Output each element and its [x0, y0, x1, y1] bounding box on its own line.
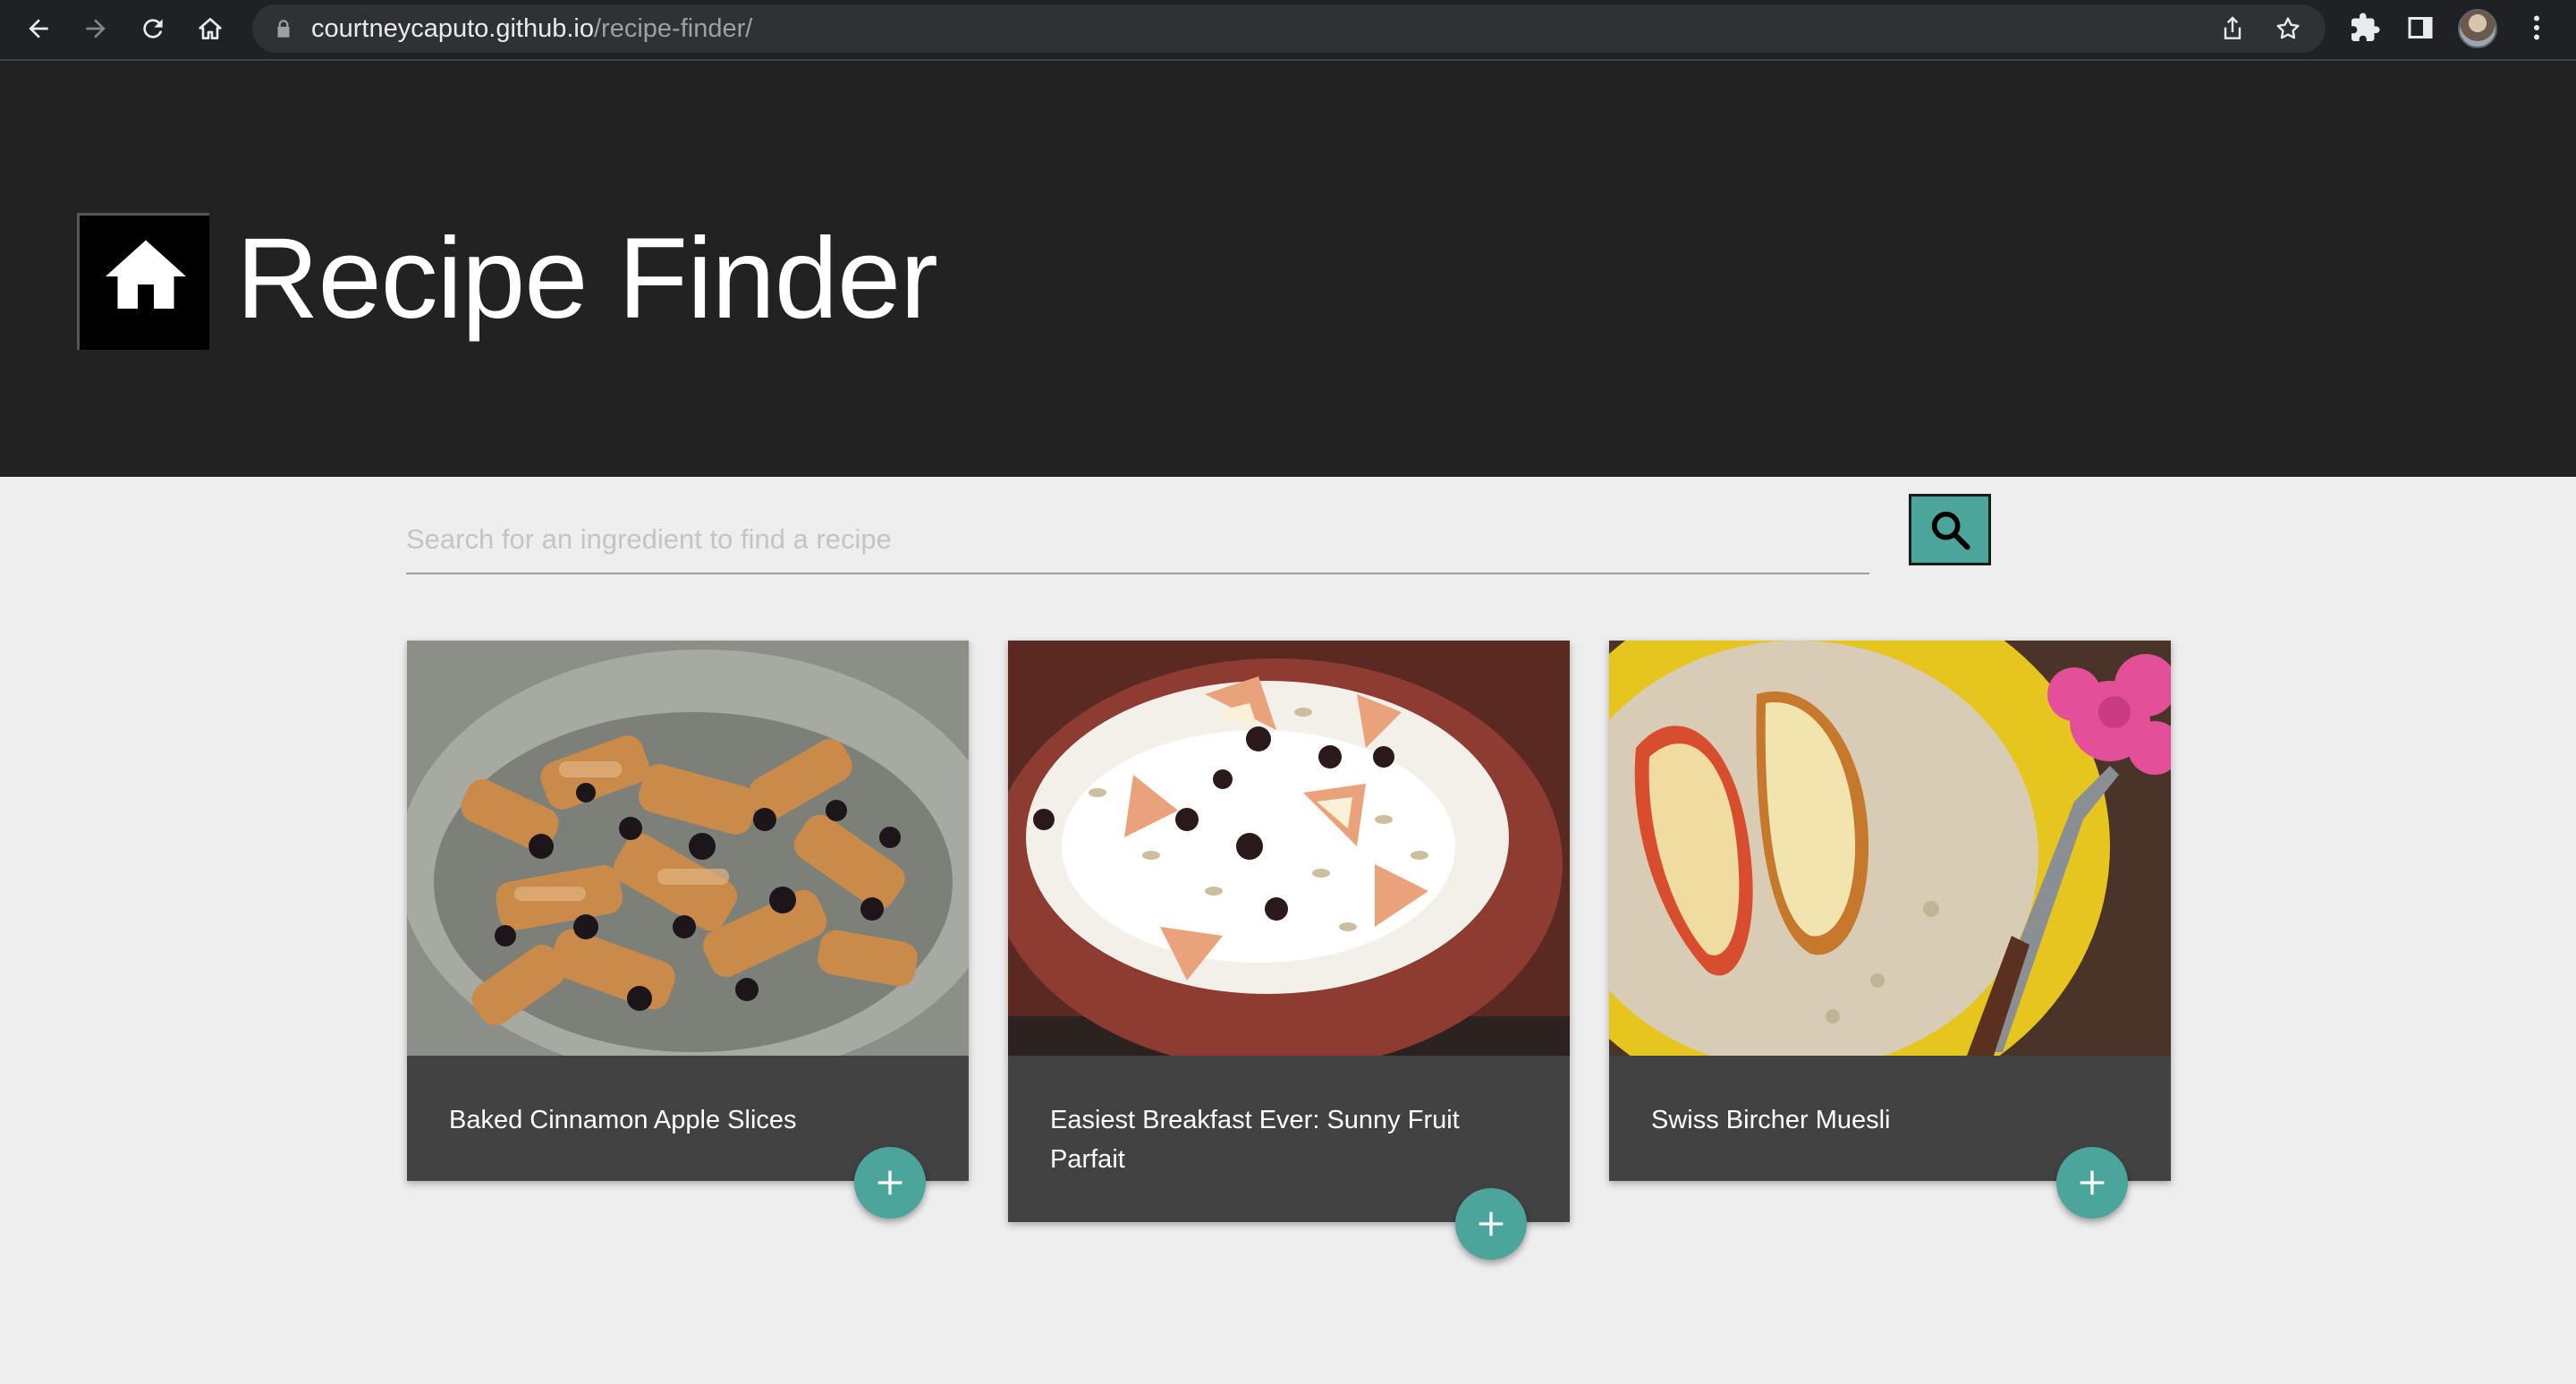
side-panel-icon[interactable] — [2404, 12, 2436, 44]
url-host: courtneycaputo.github.io — [311, 14, 594, 43]
plus-icon — [2080, 1170, 2105, 1195]
reload-icon — [143, 19, 163, 38]
page-title: Recipe Finder — [236, 215, 938, 343]
lock-icon — [277, 20, 290, 38]
browser-toolbar: courtneycaputo.github.io/recipe-finder/ — [0, 0, 2576, 61]
extensions-icon[interactable] — [2349, 12, 2381, 44]
search-icon — [1931, 511, 1970, 550]
profile-avatar[interactable] — [2458, 9, 2497, 48]
recipe-title[interactable]: Baked Cinnamon Apple Slices — [449, 1100, 928, 1140]
forward-icon — [86, 19, 106, 38]
home-link[interactable] — [77, 213, 209, 350]
back-button[interactable] — [18, 8, 59, 49]
search-button[interactable] — [1909, 494, 1991, 565]
recipe-image-fruit-parfait[interactable] — [1008, 641, 1570, 1056]
url-text: courtneycaputo.github.io/recipe-finder/ — [311, 4, 752, 53]
add-recipe-button[interactable] — [2056, 1147, 2128, 1218]
share-icon[interactable] — [2218, 14, 2247, 43]
back-icon — [29, 19, 48, 38]
recipe-card[interactable]: Baked Cinnamon Apple Slices — [407, 641, 969, 1218]
site-header: Recipe Finder — [0, 61, 2576, 477]
menu-icon[interactable] — [2521, 12, 2553, 44]
forward-button[interactable] — [75, 8, 116, 49]
plus-icon — [877, 1170, 902, 1195]
add-recipe-button[interactable] — [1455, 1188, 1527, 1260]
home-button[interactable] — [190, 8, 231, 49]
house-icon — [106, 240, 186, 309]
recipe-title[interactable]: Swiss Bircher Muesli — [1651, 1100, 2130, 1140]
recipe-title[interactable]: Easiest Breakfast Ever: Sunny Fruit Parf… — [1050, 1100, 1529, 1179]
bookmark-star-icon[interactable] — [2274, 14, 2302, 43]
recipe-card[interactable]: Swiss Bircher Muesli — [1609, 641, 2171, 1218]
address-bar[interactable]: courtneycaputo.github.io/recipe-finder/ — [252, 4, 2326, 53]
recipe-image-bircher-muesli[interactable] — [1609, 641, 2171, 1056]
search-input[interactable] — [406, 506, 1869, 574]
recipe-card[interactable]: Easiest Breakfast Ever: Sunny Fruit Parf… — [1008, 641, 1570, 1260]
add-recipe-button[interactable] — [854, 1147, 926, 1218]
reload-button[interactable] — [132, 8, 174, 49]
url-path: /recipe-finder/ — [594, 14, 753, 43]
home-icon — [199, 18, 222, 39]
recipe-image-apple-slices[interactable] — [407, 641, 969, 1056]
plus-icon — [1479, 1211, 1504, 1236]
